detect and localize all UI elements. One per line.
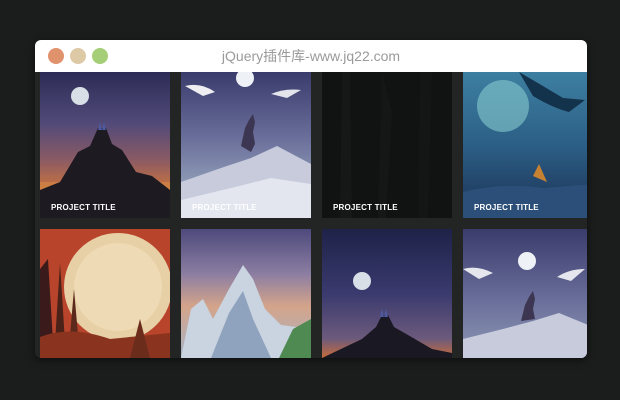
card-title: PROJECT TITLE xyxy=(333,203,398,212)
window-title: jQuery插件库-www.jq22.com xyxy=(221,48,401,64)
card-title: PROJECT TITLE xyxy=(474,203,539,212)
card-artwork-wolf-moon xyxy=(181,72,311,218)
project-card[interactable] xyxy=(40,229,170,358)
card-title: PROJECT TITLE xyxy=(51,203,116,212)
browser-window: jQuery插件库-www.jq22.com PROJECT TITLE PRO… xyxy=(35,40,587,358)
project-card[interactable]: PROJECT TITLE xyxy=(40,72,170,218)
card-artwork-underwater-whale xyxy=(463,72,587,218)
project-gallery: PROJECT TITLE PROJECT TITLE PROJECT TITL… xyxy=(35,72,587,358)
card-artwork-big-moon-forest xyxy=(40,229,170,358)
card-artwork-dark-forest xyxy=(322,72,452,218)
project-card[interactable]: PROJECT TITLE xyxy=(463,72,587,218)
project-card[interactable] xyxy=(181,229,311,358)
project-card[interactable]: PROJECT TITLE xyxy=(322,72,452,218)
project-card[interactable]: PROJECT TITLE xyxy=(181,72,311,218)
card-artwork-wolf-moon-night xyxy=(463,229,587,358)
card-artwork-mountain-castle xyxy=(40,72,170,218)
card-artwork-moon-castle-night xyxy=(322,229,452,358)
card-title: PROJECT TITLE xyxy=(192,203,257,212)
project-card[interactable] xyxy=(322,229,452,358)
project-card[interactable] xyxy=(463,229,587,358)
window-titlebar: jQuery插件库-www.jq22.com xyxy=(35,40,587,72)
card-artwork-snowy-peaks xyxy=(181,229,311,358)
